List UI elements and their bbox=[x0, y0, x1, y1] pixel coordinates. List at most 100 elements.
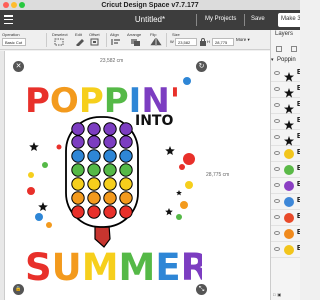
confetti-dot bbox=[179, 164, 185, 170]
close-selection-handle[interactable]: ✕ bbox=[13, 61, 24, 72]
layer-group-row[interactable]: ▾ Poppin bbox=[271, 57, 300, 65]
make-button[interactable]: Make 3 bbox=[278, 13, 300, 27]
layer-label: B bbox=[297, 181, 300, 188]
maximize-window-icon[interactable] bbox=[19, 2, 25, 8]
layer-swatch bbox=[284, 213, 294, 223]
layer-row[interactable]: B bbox=[271, 114, 300, 130]
visibility-icon[interactable] bbox=[274, 71, 280, 75]
popsicle-bubble bbox=[71, 122, 85, 136]
flip-label: Flip bbox=[150, 32, 157, 37]
layer-row[interactable]: B bbox=[271, 66, 300, 82]
star-icon bbox=[284, 101, 294, 114]
star-shape bbox=[38, 202, 48, 211]
popsicle-bubble bbox=[87, 177, 101, 191]
visibility-icon[interactable] bbox=[274, 135, 280, 139]
popsicle-bubble bbox=[119, 205, 133, 219]
layer-label: B bbox=[297, 149, 300, 156]
popsicle-illustration bbox=[65, 116, 139, 248]
layer-swatch bbox=[284, 181, 294, 191]
popsicle-bubble bbox=[103, 149, 117, 163]
visibility-icon[interactable] bbox=[274, 215, 280, 219]
star-icon bbox=[284, 85, 294, 98]
app-header: Untitled* My Projects Save Make 3 bbox=[0, 10, 300, 30]
operation-select[interactable]: Basic Cut bbox=[2, 38, 26, 46]
layer-row[interactable]: B bbox=[271, 130, 300, 146]
layer-label: B bbox=[297, 165, 300, 172]
layer-row[interactable]: B bbox=[271, 162, 300, 178]
slice-button[interactable]: □ bbox=[273, 292, 275, 300]
layers-footer: □ ▣ bbox=[271, 292, 300, 300]
visibility-icon[interactable] bbox=[274, 247, 280, 251]
confetti-dot bbox=[46, 222, 52, 228]
star-icon bbox=[284, 133, 294, 146]
popsicle-bubble bbox=[87, 205, 101, 219]
edit-pencil-icon[interactable] bbox=[74, 38, 86, 46]
offset-icon[interactable] bbox=[89, 38, 101, 46]
layer-row[interactable]: B bbox=[271, 98, 300, 114]
layers-panel: Layers ▾ Poppin B B B B B B B B B B B B □ ▣ bbox=[270, 30, 300, 300]
visibility-icon[interactable] bbox=[274, 231, 280, 235]
title-letter: P bbox=[25, 81, 50, 121]
visibility-icon[interactable] bbox=[274, 119, 280, 123]
popsicle-bubble bbox=[119, 163, 133, 177]
lock-icon[interactable] bbox=[199, 38, 207, 46]
operation-label: Operation bbox=[2, 32, 20, 37]
layer-actions bbox=[271, 40, 300, 57]
poppin-into-summer-artwork[interactable]: POPPIN' INTO SUMMER bbox=[19, 67, 202, 289]
layer-row[interactable]: B bbox=[271, 226, 300, 242]
layer-label: B bbox=[297, 229, 300, 236]
minimize-window-icon[interactable] bbox=[11, 2, 17, 8]
arrange-label: Arrange bbox=[127, 32, 142, 37]
layer-swatch bbox=[284, 165, 294, 175]
star-icon bbox=[284, 69, 294, 82]
visibility-icon[interactable] bbox=[274, 87, 280, 91]
visibility-icon[interactable] bbox=[274, 151, 280, 155]
popsicle-bubble bbox=[119, 135, 133, 149]
close-window-icon[interactable] bbox=[3, 2, 9, 8]
popsicle-bubble bbox=[71, 191, 85, 205]
width-input[interactable]: 23,582 bbox=[175, 38, 197, 46]
into-text: INTO bbox=[135, 113, 173, 129]
visibility-icon[interactable] bbox=[274, 103, 280, 107]
star-shape bbox=[165, 208, 173, 216]
title-letter: P bbox=[104, 81, 129, 121]
popsicle-bubble bbox=[103, 177, 117, 191]
window-controls[interactable] bbox=[3, 2, 25, 8]
ungroup-icon[interactable] bbox=[290, 45, 297, 52]
layer-row[interactable]: B bbox=[271, 178, 300, 194]
header-divider bbox=[244, 14, 245, 26]
group-icon[interactable] bbox=[275, 45, 282, 52]
flip-icon[interactable] bbox=[150, 38, 162, 46]
edit-toolbar: Operation Basic Cut Deselect Edit Offset… bbox=[0, 30, 270, 50]
popsicle-stick bbox=[94, 224, 111, 248]
lock-proportions-handle[interactable]: 🔒 bbox=[13, 284, 24, 295]
deselect-icon[interactable] bbox=[54, 38, 64, 46]
layer-row[interactable]: B bbox=[271, 82, 300, 98]
layer-swatch bbox=[284, 149, 294, 159]
arrange-icon[interactable] bbox=[130, 38, 142, 46]
visibility-icon[interactable] bbox=[274, 199, 280, 203]
more-button[interactable]: More ▾ bbox=[236, 37, 250, 45]
visibility-icon[interactable] bbox=[274, 183, 280, 187]
align-icon[interactable] bbox=[110, 38, 122, 46]
height-input[interactable]: 28,775 bbox=[212, 38, 234, 46]
my-projects-button[interactable]: My Projects bbox=[205, 16, 236, 22]
confetti-dot bbox=[183, 77, 191, 85]
title-letter: S bbox=[25, 246, 52, 289]
layer-row[interactable]: B bbox=[271, 210, 300, 226]
layer-row[interactable]: B bbox=[271, 242, 300, 258]
popsicle-bubble bbox=[103, 122, 117, 136]
rotate-handle[interactable]: ↻ bbox=[196, 61, 207, 72]
weld-button[interactable]: ▣ bbox=[277, 292, 281, 300]
layer-row[interactable]: B bbox=[271, 146, 300, 162]
chevron-down-icon[interactable]: ▾ bbox=[271, 57, 274, 63]
width-prefix: W bbox=[170, 39, 174, 44]
title-letter: M bbox=[82, 246, 119, 289]
star-shape bbox=[165, 146, 175, 155]
layer-row[interactable]: B bbox=[271, 194, 300, 210]
popsicle-bubble bbox=[87, 122, 101, 136]
star-icon bbox=[284, 117, 294, 130]
visibility-icon[interactable] bbox=[274, 167, 280, 171]
save-button[interactable]: Save bbox=[251, 16, 265, 22]
resize-handle[interactable]: ⤡ bbox=[196, 284, 207, 295]
